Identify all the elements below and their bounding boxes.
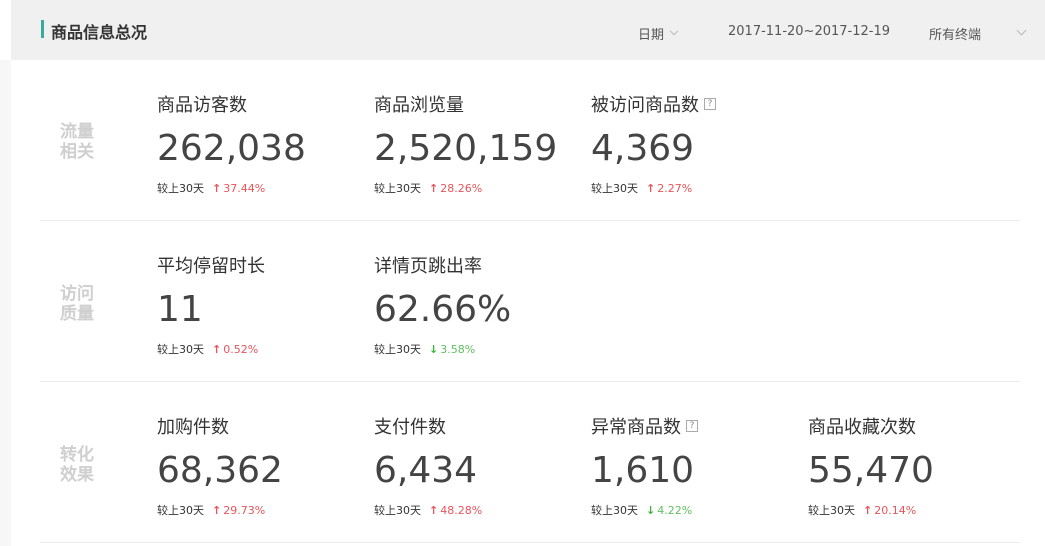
section-conversion: 转化 效果 加购件数 68,362 较上30天 ↑ 29.73% 支付件数 6,… <box>40 383 1020 543</box>
metric-value: 62.66% <box>374 289 512 330</box>
metric-bounce-rate: 详情页跳出率 62.66% 较上30天 ↓ 3.58% <box>374 252 511 357</box>
metric-compare: 较上30天 ↓ 4.22% <box>591 502 698 518</box>
category-label: 转化 效果 <box>60 445 100 485</box>
date-range-value: 2017-11-20~2017-12-19 <box>728 24 890 39</box>
metric-label: 被访问商品数 ? <box>591 91 716 117</box>
section-visit-quality: 访问 质量 平均停留时长 11 较上30天 ↑ 0.52% 详情页跳出率 62.… <box>40 222 1020 382</box>
metric-product-visitors: 商品访客数 262,038 较上30天 ↑ 37.44% <box>157 91 306 196</box>
category-line: 访问 <box>60 284 94 304</box>
section-traffic: 流量 相关 商品访客数 262,038 较上30天 ↑ 37.44% 商品浏览量… <box>40 61 1020 221</box>
header-bar: 商品信息总况 日期 2017-11-20~2017-12-19 所有终端 <box>11 0 1045 60</box>
metric-compare: 较上30天 ↑ 28.26% <box>374 180 557 196</box>
date-label: 日期 <box>638 28 665 43</box>
category-line: 转化 <box>60 445 94 465</box>
category-label: 流量 相关 <box>60 122 100 162</box>
metric-favorites: 商品收藏次数 55,470 较上30天 ↑ 20.14% <box>808 413 934 518</box>
metric-compare: 较上30天 ↓ 3.58% <box>374 341 511 357</box>
metric-compare: 较上30天 ↑ 29.73% <box>157 502 283 518</box>
left-strip <box>0 60 11 546</box>
metric-paid-items: 支付件数 6,434 较上30天 ↑ 48.28% <box>374 413 482 518</box>
compare-label: 较上30天 <box>591 182 638 195</box>
metric-compare: 较上30天 ↑ 20.14% <box>808 502 934 518</box>
metric-value: 55,470 <box>808 450 934 491</box>
change-percent: 4.22% <box>657 503 693 517</box>
metric-label: 商品收藏次数 <box>808 417 916 438</box>
help-icon[interactable]: ? <box>704 98 716 110</box>
category-line: 效果 <box>60 465 94 485</box>
category-line: 相关 <box>60 142 94 162</box>
metric-product-pageviews: 商品浏览量 2,520,159 较上30天 ↑ 28.26% <box>374 91 557 196</box>
metric-avg-stay: 平均停留时长 11 较上30天 ↑ 0.52% <box>157 252 265 357</box>
chevron-down-icon[interactable] <box>1016 25 1027 36</box>
metric-compare: 较上30天 ↑ 37.44% <box>157 180 306 196</box>
arrow-up-icon: ↑ <box>212 503 222 517</box>
compare-label: 较上30天 <box>157 343 204 356</box>
title-accent-bar <box>41 20 44 38</box>
metric-abnormal-products: 异常商品数 ? 1,610 较上30天 ↓ 4.22% <box>591 413 698 518</box>
change-percent: 29.73% <box>223 503 266 517</box>
arrow-up-icon: ↑ <box>429 503 439 517</box>
date-dropdown[interactable]: 日期 <box>638 24 679 43</box>
change-percent: 28.26% <box>440 181 483 195</box>
arrow-up-icon: ↑ <box>212 181 222 195</box>
change-percent: 20.14% <box>874 503 917 517</box>
category-label: 访问 质量 <box>60 284 100 324</box>
compare-label: 较上30天 <box>374 182 421 195</box>
arrow-down-icon: ↓ <box>646 503 656 517</box>
metric-compare: 较上30天 ↑ 48.28% <box>374 502 482 518</box>
metric-visited-products: 被访问商品数 ? 4,369 较上30天 ↑ 2.27% <box>591 91 716 196</box>
metric-compare: 较上30天 ↑ 2.27% <box>591 180 716 196</box>
terminal-label: 所有终端 <box>929 28 982 43</box>
compare-label: 较上30天 <box>157 504 204 517</box>
metric-label: 商品访客数 <box>157 95 247 116</box>
compare-label: 较上30天 <box>808 504 855 517</box>
compare-label: 较上30天 <box>157 182 204 195</box>
compare-label: 较上30天 <box>374 504 421 517</box>
chevron-down-icon <box>669 26 679 35</box>
metric-label: 加购件数 <box>157 417 229 438</box>
arrow-down-icon: ↓ <box>429 342 439 356</box>
category-line: 流量 <box>60 122 94 142</box>
change-percent: 2.27% <box>657 181 693 195</box>
change-percent: 48.28% <box>440 503 483 517</box>
compare-label: 较上30天 <box>374 343 421 356</box>
change-percent: 3.58% <box>440 342 476 356</box>
metric-add-to-cart: 加购件数 68,362 较上30天 ↑ 29.73% <box>157 413 283 518</box>
metric-value: 1,610 <box>591 450 695 491</box>
metric-value: 4,369 <box>591 128 695 169</box>
page-title: 商品信息总况 <box>51 23 148 42</box>
metric-value: 2,520,159 <box>374 128 558 169</box>
metric-value: 6,434 <box>374 450 478 491</box>
arrow-up-icon: ↑ <box>429 181 439 195</box>
metric-value: 11 <box>157 289 203 330</box>
metric-value: 68,362 <box>157 450 283 491</box>
metric-label: 支付件数 <box>374 417 446 438</box>
metric-label: 商品浏览量 <box>374 95 464 116</box>
help-icon[interactable]: ? <box>686 420 698 432</box>
metric-label: 异常商品数 ? <box>591 413 698 439</box>
metric-compare: 较上30天 ↑ 0.52% <box>157 341 265 357</box>
compare-label: 较上30天 <box>591 504 638 517</box>
date-range-picker[interactable]: 2017-11-20~2017-12-19 <box>728 24 890 39</box>
category-line: 质量 <box>60 304 94 324</box>
metric-label: 详情页跳出率 <box>374 256 482 277</box>
change-percent: 0.52% <box>223 342 259 356</box>
arrow-up-icon: ↑ <box>212 342 222 356</box>
arrow-up-icon: ↑ <box>646 181 656 195</box>
change-percent: 37.44% <box>223 181 266 195</box>
arrow-up-icon: ↑ <box>863 503 873 517</box>
metric-value: 262,038 <box>157 128 306 169</box>
metric-label: 平均停留时长 <box>157 256 265 277</box>
terminal-dropdown[interactable]: 所有终端 <box>929 24 981 43</box>
